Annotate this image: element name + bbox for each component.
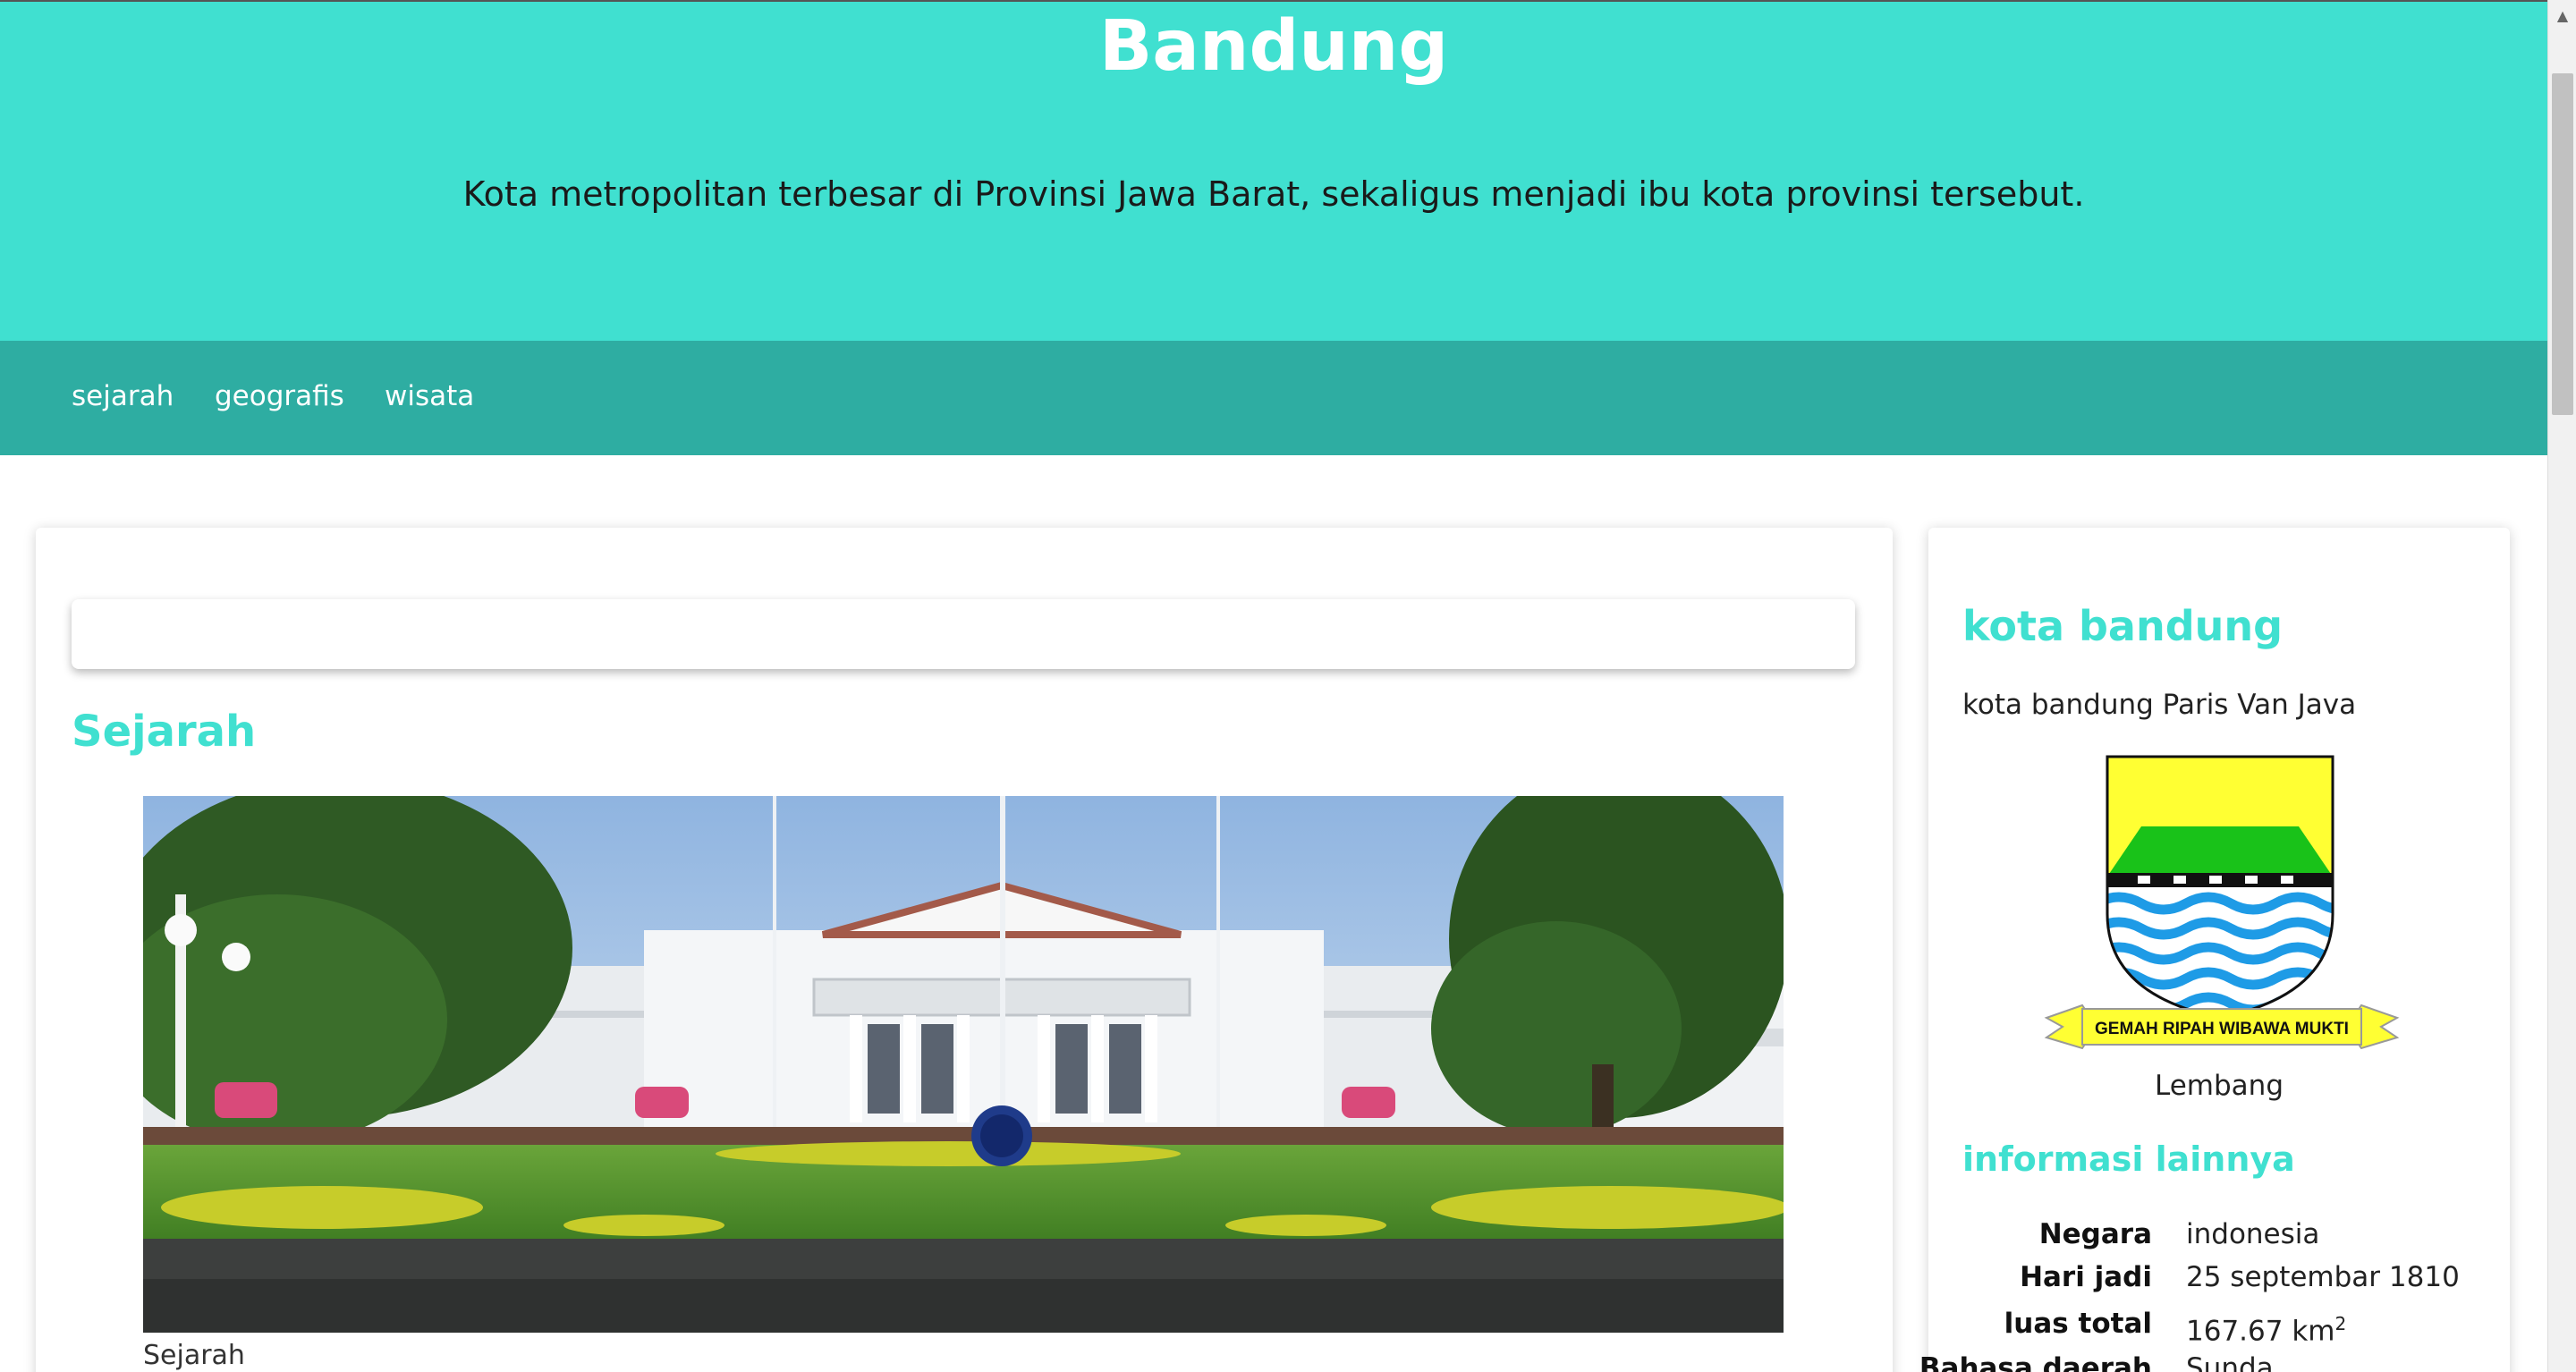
- info-label: Bahasa daerah: [1919, 1352, 2152, 1372]
- browser-viewport: Bandung Kota metropolitan terbesar di Pr…: [0, 0, 2547, 1372]
- vertical-scrollbar[interactable]: ▲: [2547, 0, 2576, 1372]
- info-label: Negara: [2038, 1218, 2152, 1250]
- main-content-card: Sejarah Sejarah: [36, 528, 1893, 1372]
- sidebar-card: kota bandung kota bandung Paris Van Java: [1919, 528, 2510, 1372]
- info-value: indonesia: [2186, 1218, 2320, 1250]
- info-label: Hari jadi: [2020, 1261, 2152, 1293]
- info-value-text: 167.67 km: [2186, 1315, 2335, 1348]
- emblem-motto-text: GEMAH RIPAH WIBAWA MUKTI: [2095, 1020, 2349, 1038]
- info-value-superscript: 2: [2334, 1313, 2347, 1334]
- info-value: 25 septembar 1810: [2186, 1261, 2460, 1293]
- gedung-sate-photo: [143, 796, 1784, 1333]
- info-value: Sunda: [2186, 1352, 2274, 1372]
- nav-link-sejarah[interactable]: sejarah: [72, 378, 174, 414]
- info-row-bahasa-daerah: Bahasa daerah Sunda: [1919, 1349, 2510, 1372]
- info-row-negara: Negara indonesia: [1928, 1215, 2510, 1258]
- emblem-caption: Lembang: [2155, 1070, 2284, 1102]
- scroll-up-arrow-icon[interactable]: ▲: [2548, 0, 2576, 32]
- info-row-hari-jadi: Hari jadi 25 septembar 1810: [1928, 1258, 2510, 1300]
- main-nav: sejarah geografis wisata: [0, 341, 2547, 455]
- nav-link-wisata[interactable]: wisata: [385, 378, 474, 414]
- site-header: Bandung Kota metropolitan terbesar di Pr…: [0, 2, 2547, 341]
- site-title: Bandung: [1098, 6, 1449, 87]
- nav-link-geografis[interactable]: geografis: [215, 378, 344, 414]
- scrollbar-thumb[interactable]: [2552, 73, 2573, 415]
- site-subtitle: Kota metropolitan terbesar di Provinsi J…: [462, 174, 2085, 214]
- sidebar-description: kota bandung Paris Van Java: [1962, 689, 2357, 721]
- info-row-luas-total: luas total 167.67 km2: [1928, 1304, 2510, 1347]
- content-bar: [72, 599, 1855, 669]
- info-value: 167.67 km2: [2186, 1304, 2346, 1351]
- photo-caption: Sejarah: [143, 1340, 245, 1371]
- section-title-sejarah: Sejarah: [72, 707, 257, 757]
- sidebar-title: kota bandung: [1962, 602, 2284, 650]
- info-label: luas total: [2004, 1308, 2152, 1340]
- bandung-emblem-icon: GEMAH RIPAH WIBAWA MUKTI: [2043, 753, 2401, 1057]
- info-title: informasi lainnya: [1962, 1139, 2295, 1179]
